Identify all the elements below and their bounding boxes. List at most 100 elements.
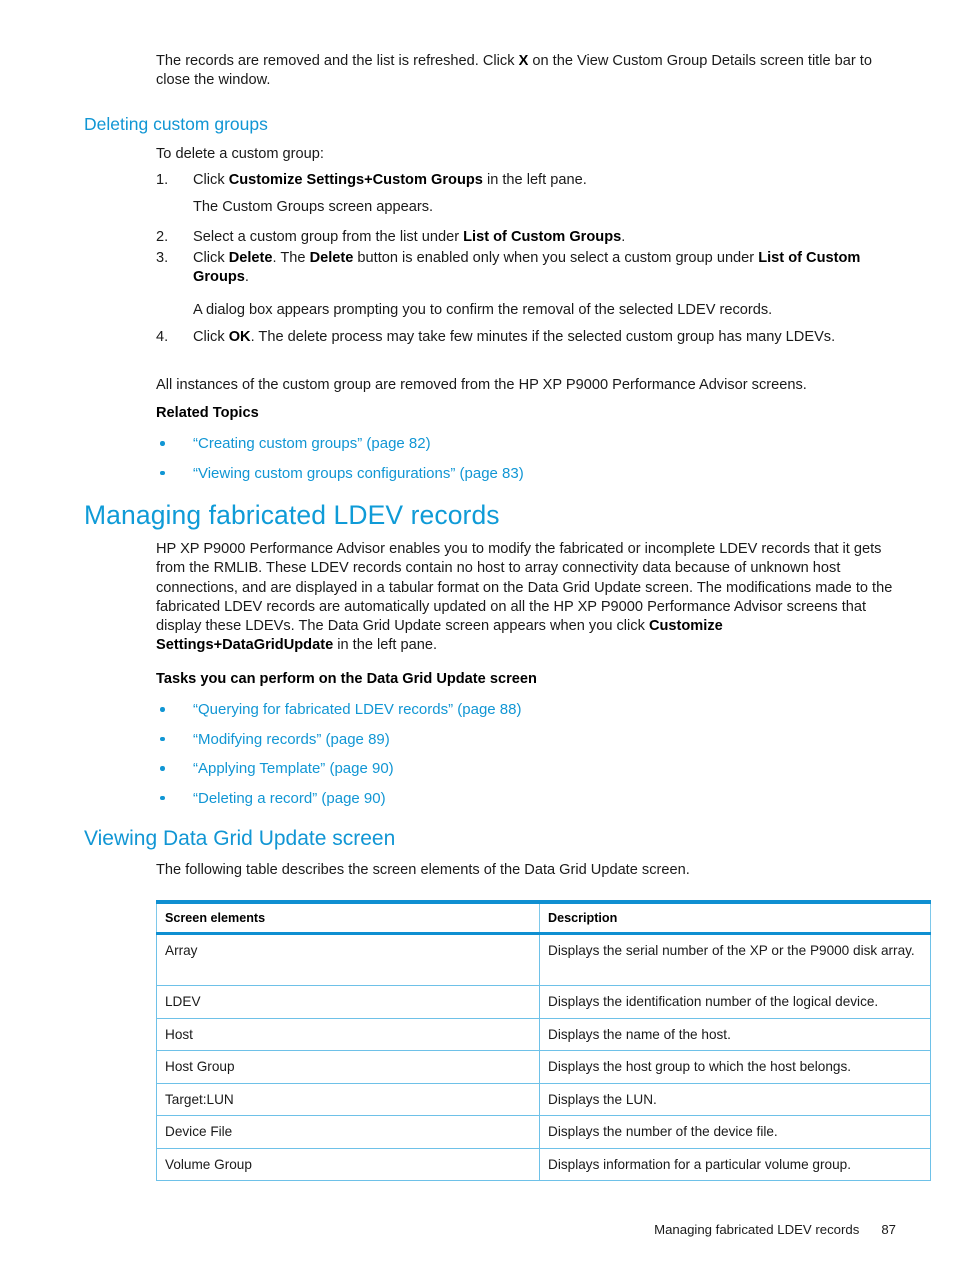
delete-step-4: 4. Click OK. The delete process may take…: [156, 328, 898, 347]
bullet-icon: [160, 707, 165, 712]
list-item[interactable]: “Viewing custom groups configurations” (…: [156, 464, 898, 494]
table-row: Host Group Displays the host group to wh…: [156, 1050, 931, 1084]
deleting-custom-groups-heading: Deleting custom groups: [84, 114, 268, 134]
step-3-note-text: A dialog box appears prompting you to co…: [193, 302, 773, 318]
cell-description: Displays the number of the device file.: [539, 1115, 931, 1149]
delete-step-3-note: A dialog box appears prompting you to co…: [156, 301, 898, 320]
table-row: Array Displays the serial number of the …: [156, 933, 931, 986]
list-item[interactable]: “Querying for fabricated LDEV records” (…: [156, 700, 898, 730]
bullet-icon: [160, 470, 165, 476]
related-topics-heading: Related Topics: [156, 404, 898, 423]
managing-fabricated-ldev-records-heading: Managing fabricated LDEV records: [84, 500, 500, 530]
bullet-icon: [160, 441, 165, 446]
bullet-icon: [160, 795, 165, 801]
step-2-a: Select a custom group from the list unde…: [193, 229, 464, 245]
tasks-heading: Tasks you can perform on the Data Grid U…: [156, 670, 898, 689]
step-4-c: . The delete process may take few minute…: [250, 329, 836, 345]
step-2-bold: List of Custom Groups: [463, 229, 622, 245]
footer-page-number: 87: [881, 1222, 896, 1237]
tasks-heading-label: Tasks you can perform on the Data Grid U…: [156, 671, 537, 687]
list-item[interactable]: “Creating custom groups” (page 82): [156, 434, 898, 464]
tasks-links-list: “Querying for fabricated LDEV records” (…: [156, 700, 898, 818]
table-row: LDEV Displays the identification number …: [156, 985, 931, 1019]
footer-title: Managing fabricated LDEV records: [654, 1222, 860, 1237]
step-1-note-text: The Custom Groups screen appears.: [193, 199, 434, 215]
step-3-text: Click Delete. The Delete button is enabl…: [193, 249, 898, 288]
step-2-c: .: [621, 229, 626, 245]
column-header-description: Description: [539, 900, 931, 935]
step-1-text: Click Customize Settings+Custom Groups i…: [193, 171, 898, 190]
table-row: Device File Displays the number of the d…: [156, 1115, 931, 1149]
intro-paragraph: The records are removed and the list is …: [156, 52, 898, 91]
task-link-deleting-a-record[interactable]: “Deleting a record” (page 90): [193, 789, 898, 808]
list-item[interactable]: “Applying Template” (page 90): [156, 759, 898, 789]
step-1-number: 1.: [156, 172, 169, 188]
delete-lead-text: To delete a custom group:: [156, 145, 898, 164]
managing-section-paragraph: HP XP P9000 Performance Advisor enables …: [156, 540, 898, 656]
delete-step-3: 3. Click Delete. The Delete button is en…: [156, 249, 898, 288]
step-4-a: Click: [193, 329, 229, 345]
delete-step-2: 2. Select a custom group from the list u…: [156, 228, 898, 247]
viewing-lead-label: The following table describes the screen…: [156, 862, 690, 878]
delete-closing-label: All instances of the custom group are re…: [156, 377, 807, 393]
table-row: Volume Group Displays information for a …: [156, 1147, 931, 1181]
step-1-bold: Customize Settings+Custom Groups: [228, 172, 483, 188]
step-4-bold: OK: [228, 329, 251, 345]
page-footer: Managing fabricated LDEV records 87: [0, 1222, 896, 1237]
step-4-number: 4.: [156, 329, 169, 345]
delete-step-1: 1. Click Customize Settings+Custom Group…: [156, 171, 898, 190]
list-item[interactable]: “Deleting a record” (page 90): [156, 789, 898, 819]
table-body: Array Displays the serial number of the …: [156, 933, 931, 1181]
viewing-data-grid-update-screen-heading: Viewing Data Grid Update screen: [84, 827, 396, 850]
cell-screen-element: Host Group: [156, 1050, 540, 1084]
cell-screen-element: Volume Group: [156, 1147, 540, 1181]
column-header-screen-elements: Screen elements: [156, 900, 540, 935]
step-2-number: 2.: [156, 229, 169, 245]
cell-screen-element: Target:LUN: [156, 1082, 540, 1116]
list-item[interactable]: “Modifying records” (page 89): [156, 730, 898, 760]
cell-description: Displays information for a particular vo…: [539, 1147, 931, 1181]
cell-screen-element: Device File: [156, 1115, 540, 1149]
screen-elements-table-wrap: Screen elements Description Array Displa…: [156, 900, 931, 1181]
bullet-icon: [160, 766, 165, 771]
cell-screen-element: LDEV: [156, 985, 540, 1019]
step-3-bold-1: Delete: [228, 250, 273, 266]
step-3-e: button is enabled only when you select a…: [353, 250, 759, 266]
step-4-text: Click OK. The delete process may take fe…: [193, 328, 898, 347]
table-head: Screen elements Description: [156, 900, 931, 935]
deleting-custom-groups-heading-wrap: Deleting custom groups: [84, 114, 899, 135]
step-3-g: .: [244, 269, 249, 286]
managing-para-c: in the left pane.: [333, 637, 438, 654]
related-link-viewing-custom-groups-configurations[interactable]: “Viewing custom groups configurations” (…: [193, 464, 898, 483]
document-page: The records are removed and the list is …: [0, 0, 954, 1271]
managing-section-heading-wrap: Managing fabricated LDEV records: [84, 500, 899, 530]
delete-lead-label: To delete a custom group:: [156, 146, 324, 162]
viewing-section-lead: The following table describes the screen…: [156, 861, 898, 880]
step-3-bold-2: Delete: [309, 250, 354, 266]
viewing-section-heading-wrap: Viewing Data Grid Update screen: [84, 826, 899, 851]
related-topics-label: Related Topics: [156, 405, 259, 421]
bullet-icon: [160, 736, 165, 742]
delete-step-1-note: The Custom Groups screen appears.: [156, 198, 898, 217]
cell-description: Displays the LUN.: [539, 1082, 931, 1116]
delete-closing-text: All instances of the custom group are re…: [156, 376, 898, 395]
step-3-a: Click: [193, 250, 229, 266]
task-link-modifying-records[interactable]: “Modifying records” (page 89): [193, 730, 898, 749]
table-row: Host Displays the name of the host.: [156, 1017, 931, 1051]
task-link-querying-for-fabricated-ldev-records[interactable]: “Querying for fabricated LDEV records” (…: [193, 700, 898, 719]
step-3-number: 3.: [156, 250, 169, 266]
managing-para-a: HP XP P9000 Performance Advisor enables …: [156, 541, 893, 635]
intro-x-keyword: X: [518, 53, 529, 69]
related-topics-list: “Creating custom groups” (page 82) “View…: [156, 434, 898, 493]
step-3-c: . The: [272, 250, 310, 266]
intro-text-before: The records are removed and the list is …: [156, 53, 519, 69]
screen-elements-table: Screen elements Description Array Displa…: [156, 900, 931, 1181]
related-link-creating-custom-groups[interactable]: “Creating custom groups” (page 82): [193, 434, 898, 453]
step-2-text: Select a custom group from the list unde…: [193, 228, 898, 247]
step-1-c: in the left pane.: [482, 172, 587, 188]
task-link-applying-template[interactable]: “Applying Template” (page 90): [193, 759, 898, 778]
table-header-row: Screen elements Description: [156, 900, 931, 935]
cell-screen-element: Host: [156, 1017, 540, 1051]
table-row: Target:LUN Displays the LUN.: [156, 1082, 931, 1116]
cell-description: Displays the serial number of the XP or …: [539, 933, 931, 986]
